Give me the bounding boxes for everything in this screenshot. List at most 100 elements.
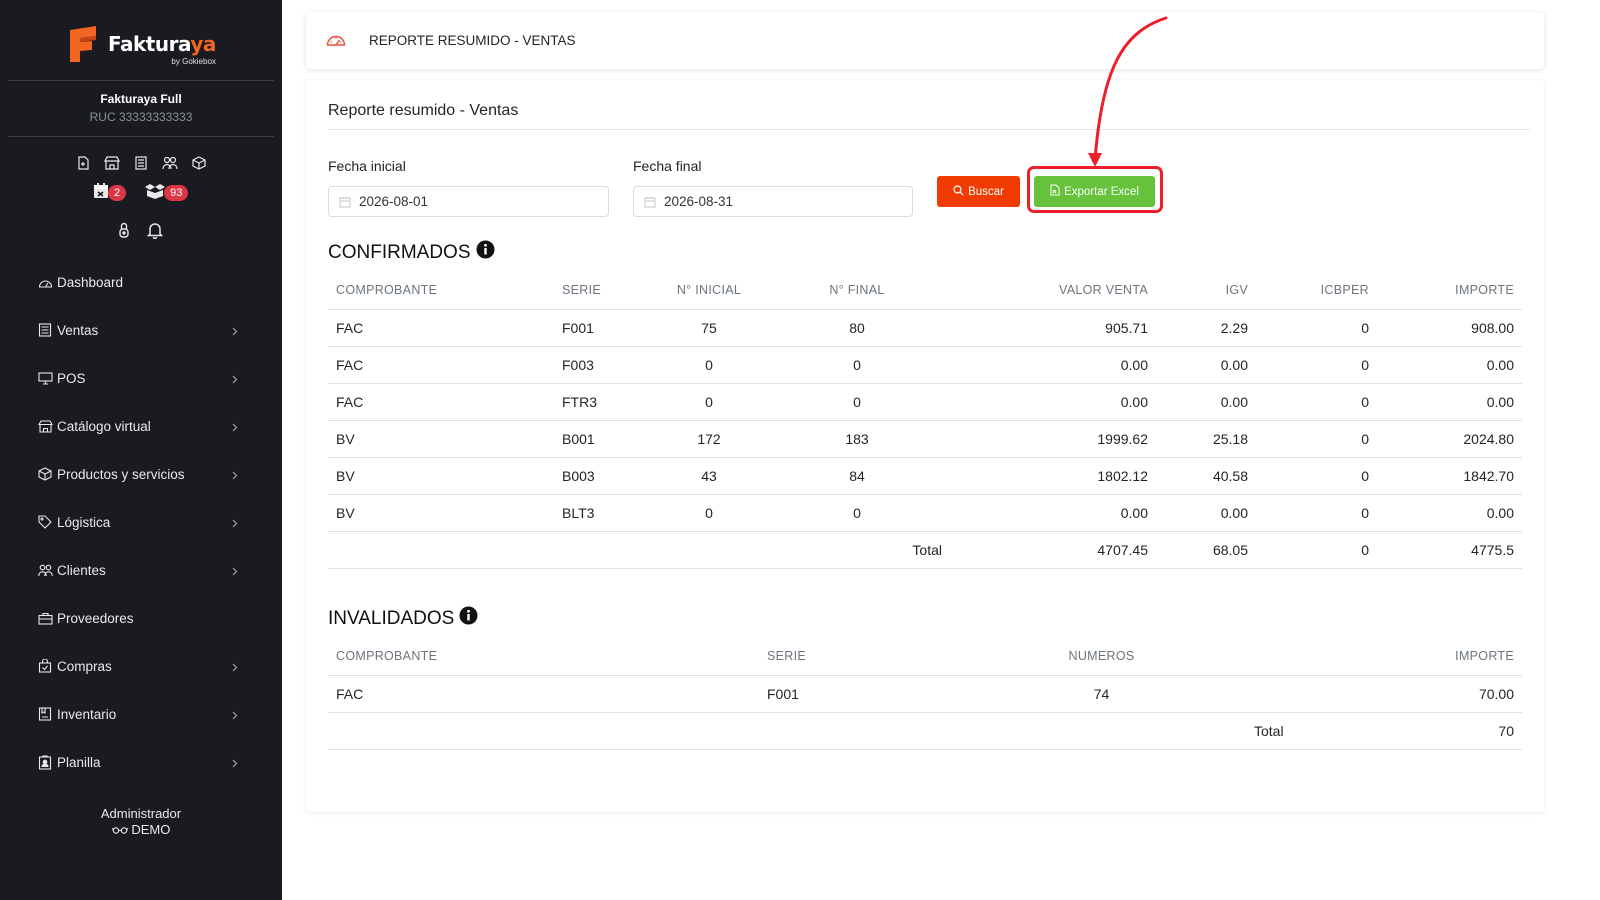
cell: 25.18 [1156,420,1256,458]
cell [759,712,999,750]
chevron-right-icon [232,467,238,483]
cell: BV [328,457,554,495]
search-button[interactable]: Buscar [937,176,1020,207]
search-icon [953,184,964,199]
cell: 905.71 [950,309,1156,347]
cell: 0.00 [1156,383,1256,421]
store-icon[interactable] [103,154,121,172]
sidebar-item-proveedores[interactable]: Proveedores [0,594,282,642]
sidebar-item-label: Catálogo virtual [57,418,151,434]
cell: 40.58 [1156,457,1256,495]
column-header: SERIE [759,638,999,676]
end-date-label: Fecha final [633,158,702,174]
sidebar-item-label: Planilla [57,754,101,770]
sidebar-item-inventario[interactable]: Inventario [0,690,282,738]
annotation-arrow [1088,16,1168,167]
total-igv: 68.05 [1156,531,1256,569]
cell: BV [328,494,554,532]
column-header: ICBPER [1256,272,1377,310]
new-document-icon[interactable] [74,154,92,172]
cell: F001 [554,309,654,347]
search-button-label: Buscar [968,185,1004,198]
lock-icon[interactable] [116,221,132,242]
sidebar-item-pos[interactable]: POS [0,354,282,402]
total-valor-venta: 4707.45 [950,531,1156,569]
cell: FAC [328,383,554,421]
chevron-right-icon [232,419,238,435]
sidebar-item-logistica[interactable]: Lógistica [0,498,282,546]
brand-byline: by Gokiebox [171,57,216,66]
sidebar-item-label: Proveedores [57,610,134,626]
cell: 2024.80 [1377,420,1522,458]
sidebar-item-productos-y-servicios[interactable]: Productos y servicios [0,450,282,498]
cell: 1999.62 [950,420,1156,458]
cell: 1842.70 [1377,457,1522,495]
chevron-right-icon [232,515,238,531]
cell: 0 [654,494,764,532]
total-label: Total [764,531,950,569]
cell: 0 [1256,494,1377,532]
chevron-right-icon [232,371,238,387]
invalidados-heading: INVALIDADOS [328,606,478,631]
cell: 0 [1256,420,1377,458]
sidebar-item-clientes[interactable]: Clientes [0,546,282,594]
monitor-icon [38,370,54,386]
boxes-badge[interactable]: 93 [144,183,189,202]
brand-name: Fakturaya [108,32,216,56]
sidebar-item-ventas[interactable]: Ventas [0,306,282,354]
cell: 1802.12 [950,457,1156,495]
cell [328,712,759,750]
sidebar-item-label: Dashboard [57,274,124,290]
bag-icon [38,658,54,674]
total-cell: Total 70 [1204,712,1522,750]
cell: 0.00 [1377,346,1522,384]
users-icon[interactable] [161,154,179,172]
total-importe: 70 [1498,722,1514,739]
cell: 0.00 [1377,494,1522,532]
utility-icons [116,221,164,242]
receipt-icon[interactable] [132,154,150,172]
info-icon[interactable] [459,606,478,631]
end-date-input[interactable]: 2026-08-31 [633,186,913,217]
sidebar-item-catalogo-virtual[interactable]: Catálogo virtual [0,402,282,450]
cell: 43 [654,457,764,495]
users-icon [38,562,54,578]
badge-icon [38,754,54,770]
speedometer-icon [325,30,347,52]
sidebar-item-dashboard[interactable]: Dashboard [0,258,282,306]
total-importe: 4775.5 [1377,531,1522,569]
sidebar-item-compras[interactable]: Compras [0,642,282,690]
start-date-input[interactable]: 2026-08-01 [328,186,609,217]
sidebar-item-label: Compras [57,658,112,674]
cell [654,531,764,569]
page-header: REPORTE RESUMIDO - VENTAS [306,12,1544,69]
cell: 2.29 [1156,309,1256,347]
quick-actions [74,154,208,172]
cell: 70.00 [1204,675,1522,713]
company-ruc: RUC 33333333333 [89,110,193,124]
sidebar-item-label: Clientes [57,562,106,578]
cell: 172 [654,420,764,458]
user-box[interactable]: Administrador DEMO [0,806,282,838]
sidebar-item-label: Ventas [57,322,99,338]
column-header: SERIE [554,272,654,310]
cell: BV [328,420,554,458]
start-date-label: Fecha inicial [328,158,406,174]
table-row: BV B003 43 84 1802.12 40.58 0 1842.70 [328,457,1522,495]
box-icon[interactable] [190,154,208,172]
briefcase-icon [38,610,54,626]
brand-logo[interactable]: Fakturaya by Gokiebox [68,24,216,66]
chevron-right-icon [232,323,238,339]
sidebar-item-planilla[interactable]: Planilla [0,738,282,786]
cell: B003 [554,457,654,495]
cell: 0.00 [1156,346,1256,384]
info-icon[interactable] [476,240,495,265]
sidebar-item-label: POS [57,370,86,386]
calendar-badge[interactable]: 2 [92,182,127,203]
cell: FAC [328,675,759,713]
cell: 0.00 [1377,383,1522,421]
bell-icon[interactable] [146,221,164,242]
sidebar-item-label: Lógistica [57,514,111,530]
cell: BLT3 [554,494,654,532]
table-row: FAC F003 0 0 0.00 0.00 0 0.00 [328,346,1522,384]
